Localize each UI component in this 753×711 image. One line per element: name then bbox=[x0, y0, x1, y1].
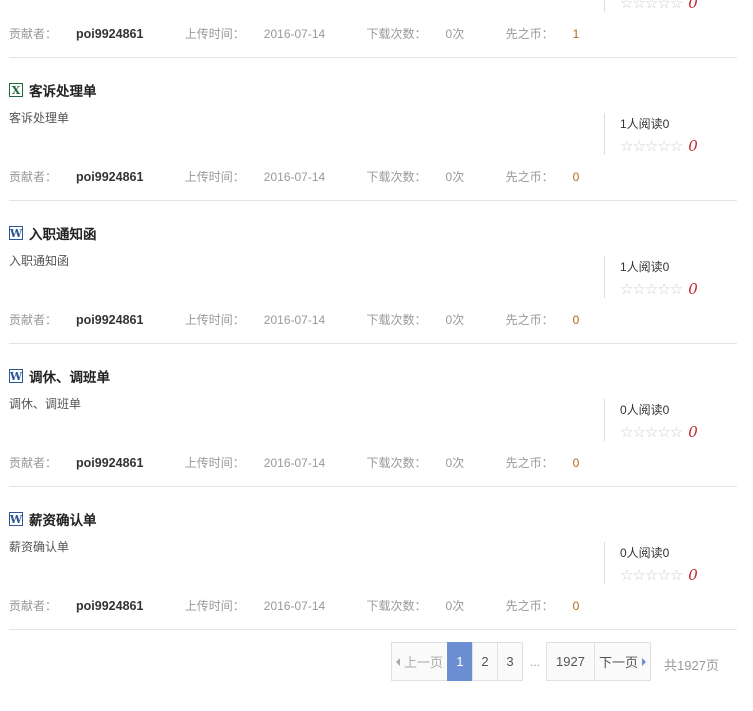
item-description: 薪资确认单 bbox=[9, 540, 70, 554]
prev-page-button[interactable]: 上一页 bbox=[391, 642, 448, 681]
download-count: 下载次数： 0次 bbox=[366, 313, 465, 327]
author-link[interactable]: poi9924861 bbox=[76, 599, 143, 613]
item-description: 客诉处理单 bbox=[9, 111, 70, 125]
list-item: W 入职通知函 入职通知函 1人阅读0 ☆☆☆☆☆ 0 贡献者： poi99248… bbox=[0, 223, 753, 366]
pagination: 上一页 1 2 3 ... 1927 下一页 bbox=[391, 642, 651, 681]
page-button-2[interactable]: 2 bbox=[472, 642, 498, 681]
pagination-ellipsis: ... bbox=[529, 654, 540, 669]
coin-cost: 先之币： 0 bbox=[505, 170, 580, 184]
row-divider bbox=[9, 57, 737, 58]
item-title[interactable]: 调休、调班单 bbox=[29, 366, 110, 386]
list-item: X 客诉处理单 客诉处理单 1人阅读0 ☆☆☆☆☆ 0 贡献者： poi99248… bbox=[0, 80, 753, 223]
list-item: W 薪资确认单 薪资确认单 0人阅读0 ☆☆☆☆☆ 0 贡献者： poi99248… bbox=[0, 509, 753, 652]
rating-score: 0 bbox=[688, 137, 698, 155]
star-rating-icons[interactable]: ☆☆☆☆☆ bbox=[620, 282, 683, 297]
star-rating-icons[interactable]: ☆☆☆☆☆ bbox=[620, 568, 683, 583]
item-meta: 贡献者： poi9924861 上传时间： 2016-07-14 下载次数： 0次 先… bbox=[9, 454, 617, 471]
coin-cost: 先之币： 0 bbox=[505, 599, 580, 613]
author-link[interactable]: poi9924861 bbox=[76, 27, 143, 41]
side-divider bbox=[604, 113, 605, 155]
author-link[interactable]: poi9924861 bbox=[76, 170, 143, 184]
upload-time: 上传时间： 2016-07-14 bbox=[184, 27, 326, 41]
item-description: 入职通知函 bbox=[9, 254, 70, 268]
page-button-3[interactable]: 3 bbox=[497, 642, 523, 681]
star-rating-icons[interactable]: ☆☆☆☆☆ bbox=[620, 425, 683, 440]
rating-stars[interactable]: ☆☆☆☆☆ 0 bbox=[620, 0, 698, 12]
word-icon: W bbox=[9, 226, 23, 240]
author-info: 贡献者： poi9924861 bbox=[9, 27, 144, 41]
item-meta: 贡献者： poi9924861 上传时间： 2016-07-14 下载次数： 0次 先… bbox=[9, 25, 617, 42]
read-count: 0人阅读0 bbox=[620, 546, 670, 560]
read-count: 1人阅读0 bbox=[620, 260, 670, 274]
item-title-row[interactable]: W 入职通知函 bbox=[9, 223, 97, 243]
download-count: 下载次数： 0次 bbox=[366, 170, 465, 184]
word-icon: W bbox=[9, 369, 23, 383]
next-page-button[interactable]: 下一页 bbox=[594, 642, 651, 681]
row-divider bbox=[9, 200, 737, 201]
coin-cost: 先之币： 0 bbox=[505, 456, 580, 470]
item-title-row[interactable]: W 薪资确认单 bbox=[9, 509, 97, 529]
download-count: 下载次数： 0次 bbox=[366, 599, 465, 613]
rating-score: 0 bbox=[688, 0, 698, 12]
excel-icon: X bbox=[9, 83, 23, 97]
author-info: 贡献者： poi9924861 bbox=[9, 456, 144, 470]
download-count: 下载次数： 0次 bbox=[366, 456, 465, 470]
item-title[interactable]: 入职通知函 bbox=[29, 223, 97, 243]
caret-right-icon bbox=[642, 657, 646, 666]
page-button-last[interactable]: 1927 bbox=[546, 642, 595, 681]
upload-time: 上传时间： 2016-07-14 bbox=[184, 170, 326, 184]
rating-stars[interactable]: ☆☆☆☆☆ 0 bbox=[620, 566, 698, 584]
upload-time: 上传时间： 2016-07-14 bbox=[184, 599, 326, 613]
side-divider bbox=[604, 542, 605, 584]
total-pages: 共1927页 bbox=[664, 658, 719, 673]
rating-stars[interactable]: ☆☆☆☆☆ 0 bbox=[620, 280, 698, 298]
rating-score: 0 bbox=[688, 423, 698, 441]
author-info: 贡献者： poi9924861 bbox=[9, 599, 144, 613]
author-info: 贡献者： poi9924861 bbox=[9, 313, 144, 327]
rating-score: 0 bbox=[688, 280, 698, 298]
item-title-row[interactable]: X 客诉处理单 bbox=[9, 80, 97, 100]
caret-left-icon bbox=[395, 657, 400, 666]
author-info: 贡献者： poi9924861 bbox=[9, 170, 144, 184]
author-link[interactable]: poi9924861 bbox=[76, 313, 143, 327]
star-rating-icons[interactable]: ☆☆☆☆☆ bbox=[620, 139, 683, 154]
coin-cost: 先之币： 1 bbox=[505, 27, 580, 41]
rating-stars[interactable]: ☆☆☆☆☆ 0 bbox=[620, 137, 698, 155]
item-meta: 贡献者： poi9924861 上传时间： 2016-07-14 下载次数： 0次 先… bbox=[9, 311, 617, 328]
row-divider bbox=[9, 629, 737, 630]
coin-cost: 先之币： 0 bbox=[505, 313, 580, 327]
upload-time: 上传时间： 2016-07-14 bbox=[184, 313, 326, 327]
side-divider bbox=[604, 0, 605, 12]
page-button-1[interactable]: 1 bbox=[447, 642, 473, 681]
star-rating-icons[interactable]: ☆☆☆☆☆ bbox=[620, 0, 683, 11]
word-icon: W bbox=[9, 512, 23, 526]
rating-score: 0 bbox=[688, 566, 698, 584]
rating-stars[interactable]: ☆☆☆☆☆ 0 bbox=[620, 423, 698, 441]
download-count: 下载次数： 0次 bbox=[366, 27, 465, 41]
item-title[interactable]: 薪资确认单 bbox=[29, 509, 97, 529]
read-count: 1人阅读0 bbox=[620, 117, 670, 131]
side-divider bbox=[604, 399, 605, 441]
item-meta: 贡献者： poi9924861 上传时间： 2016-07-14 下载次数： 0次 先… bbox=[9, 168, 617, 185]
item-title[interactable]: 客诉处理单 bbox=[29, 80, 97, 100]
item-description: 调休、调班单 bbox=[9, 397, 82, 411]
list-item: W 调休、调班单 调休、调班单 0人阅读0 ☆☆☆☆☆ 0 贡献者： poi992… bbox=[0, 366, 753, 509]
read-count: 0人阅读0 bbox=[620, 403, 670, 417]
author-link[interactable]: poi9924861 bbox=[76, 456, 143, 470]
row-divider bbox=[9, 343, 737, 344]
upload-time: 上传时间： 2016-07-14 bbox=[184, 456, 326, 470]
side-divider bbox=[604, 256, 605, 298]
row-divider bbox=[9, 486, 737, 487]
item-title-row[interactable]: W 调休、调班单 bbox=[9, 366, 110, 386]
item-meta: 贡献者： poi9924861 上传时间： 2016-07-14 下载次数： 0次 先… bbox=[9, 597, 617, 614]
